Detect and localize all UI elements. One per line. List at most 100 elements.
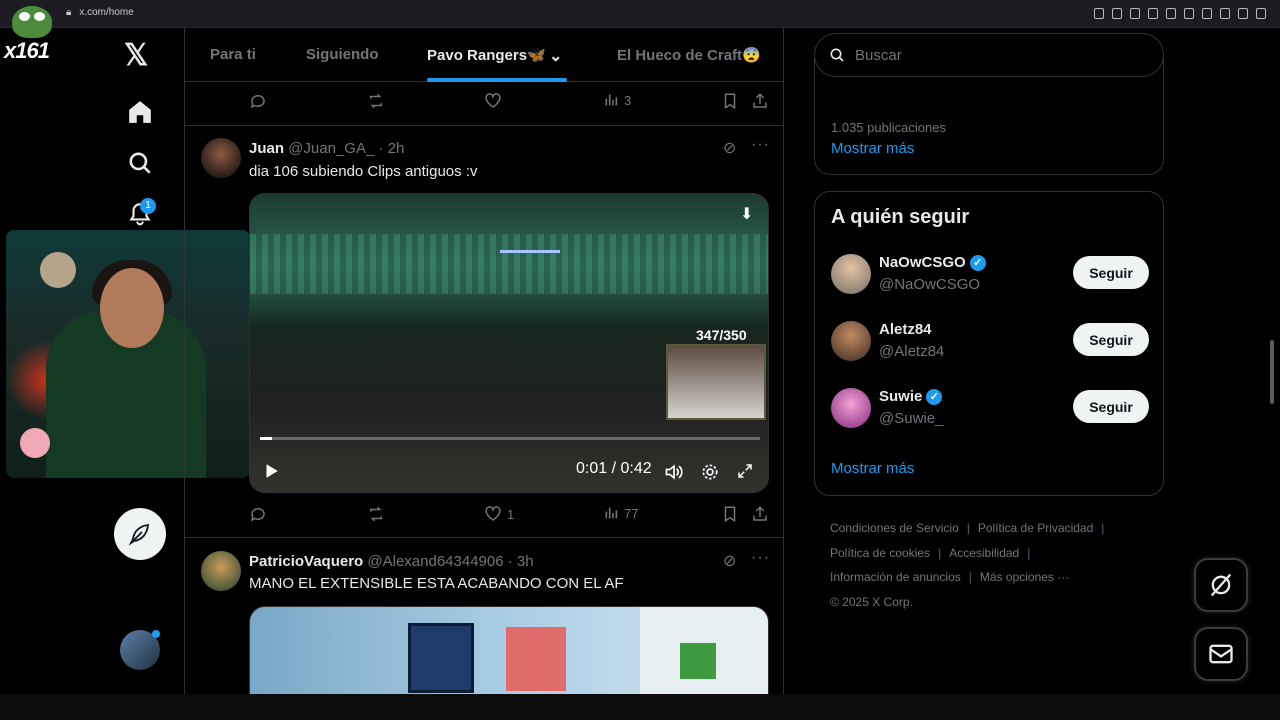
grok-icon[interactable]: ⊘ <box>723 551 737 571</box>
messages-button[interactable] <box>1194 627 1248 681</box>
tweet-author-name[interactable]: Juan <box>249 140 284 157</box>
volume-icon[interactable] <box>664 462 684 482</box>
like-icon[interactable] <box>484 92 502 110</box>
bookmark-icon[interactable] <box>721 505 739 523</box>
browser-toolbar: 🔒︎ x.com/home <box>0 0 1280 28</box>
follow-suggestion[interactable]: Aletz84 @Aletz84 Seguir <box>831 321 1149 365</box>
heart-icon[interactable] <box>1184 8 1194 19</box>
play-icon[interactable] <box>1166 8 1176 19</box>
tab-pavo-rangers[interactable]: Pavo Rangers🦋 <box>427 46 546 64</box>
address-bar[interactable]: 🔒︎ x.com/home <box>66 7 134 18</box>
reply-icon[interactable] <box>249 505 267 523</box>
tab-para-ti[interactable]: Para ti <box>210 46 256 63</box>
views-count: 77 <box>624 505 639 521</box>
tab-siguiendo[interactable]: Siguiendo <box>306 46 379 63</box>
like-stat[interactable]: 1 <box>484 505 514 523</box>
zoom-icon[interactable] <box>1094 8 1104 19</box>
tab-el-hueco-de-craft[interactable]: El Hueco de Craft😨 <box>617 46 761 64</box>
timeline-column: Para ti Siguiendo Pavo Rangers🦋 ⌄ El Hue… <box>184 28 784 694</box>
tweet-author-name[interactable]: PatricioVaquero <box>249 553 363 570</box>
accessibility-link[interactable]: Accesibilidad <box>949 546 1019 560</box>
account-avatar[interactable] <box>120 630 160 670</box>
show-more-link[interactable]: Mostrar más <box>831 140 914 157</box>
download-arrow-icon[interactable]: ⬇ <box>740 204 758 223</box>
pig-sticker <box>20 428 50 458</box>
tweet-media[interactable] <box>249 606 769 694</box>
url-text: x.com/home <box>79 7 134 18</box>
tweet-video-player[interactable]: ⬇ 347/350 0:01 / 0:42 <box>249 193 769 493</box>
video-progress-bar[interactable] <box>260 437 760 440</box>
prev-tweet-actions: 3 <box>249 92 769 114</box>
show-more-link[interactable]: Mostrar más <box>831 460 914 477</box>
user-avatar[interactable] <box>831 388 871 428</box>
views-stat[interactable]: 3 <box>603 92 631 108</box>
game-scene <box>250 234 768 294</box>
play-icon[interactable] <box>262 462 280 480</box>
right-sidebar: 1.035 publicaciones Mostrar más A quién … <box>814 28 1164 694</box>
grok-button[interactable] <box>1194 558 1248 612</box>
tweet-time[interactable]: · 2h <box>378 140 404 157</box>
more-options-link[interactable]: Más opciones ··· <box>980 570 1069 584</box>
terms-link[interactable]: Condiciones de Servicio <box>830 521 959 535</box>
download-icon[interactable] <box>1238 8 1248 19</box>
verified-badge-icon: ✓ <box>926 388 943 405</box>
cookies-link[interactable]: Política de cookies <box>830 546 930 560</box>
repost-icon[interactable] <box>367 92 385 110</box>
fullscreen-icon[interactable] <box>736 462 754 480</box>
video-facecam <box>666 344 766 420</box>
notifications-badge: 1 <box>140 198 156 214</box>
share-icon[interactable] <box>751 92 769 110</box>
tweet-author-handle[interactable]: @Juan_GA_ <box>288 140 374 157</box>
user-avatar[interactable] <box>831 321 871 361</box>
user-name[interactable]: NaOwCSGO ✓ <box>879 254 986 271</box>
tweet-header: PatricioVaquero @Alexand64344906 · 3h <box>249 553 534 570</box>
share-icon[interactable] <box>751 505 769 523</box>
more-options-icon[interactable]: ··· <box>751 549 770 567</box>
extensions-icon[interactable] <box>1202 8 1212 19</box>
follow-button[interactable]: Seguir <box>1073 256 1149 289</box>
follow-suggestion[interactable]: Suwie ✓ @Suwie_ Seguir <box>831 388 1149 432</box>
chevron-down-icon[interactable]: ⌄ <box>549 46 562 66</box>
game-light <box>500 250 560 253</box>
privacy-link[interactable]: Política de Privacidad <box>978 521 1093 535</box>
x-logo-icon[interactable]: 𝕏 <box>124 38 148 73</box>
who-to-follow-title: A quién seguir <box>831 206 970 228</box>
tweet-author-handle[interactable]: @Alexand64344906 <box>367 553 503 570</box>
tweet-avatar[interactable] <box>201 551 241 591</box>
follow-button[interactable]: Seguir <box>1073 323 1149 356</box>
home-icon[interactable] <box>126 98 154 126</box>
user-name-text: NaOwCSGO <box>879 254 966 271</box>
search-icon[interactable] <box>126 149 154 177</box>
scrollbar-thumb[interactable] <box>1270 340 1274 404</box>
shield-icon[interactable] <box>1148 8 1158 19</box>
user-avatar[interactable] <box>831 254 871 294</box>
video-time: 0:01 / 0:42 <box>576 460 652 477</box>
page-scrollbar[interactable] <box>1268 28 1276 694</box>
pin-icon[interactable] <box>1112 8 1122 19</box>
repost-icon[interactable] <box>367 505 385 523</box>
more-options-icon[interactable]: ··· <box>751 136 770 154</box>
reply-icon[interactable] <box>249 92 267 110</box>
bookmark-icon[interactable] <box>721 92 739 110</box>
tweet-avatar[interactable] <box>201 138 241 178</box>
follow-button[interactable]: Seguir <box>1073 390 1149 423</box>
user-name[interactable]: Suwie ✓ <box>879 388 943 405</box>
lock-icon[interactable] <box>1220 8 1230 19</box>
ads-info-link[interactable]: Información de anuncios <box>830 570 961 584</box>
tweet-time[interactable]: · 3h <box>508 553 534 570</box>
streamer-face <box>100 268 164 348</box>
timeline-tabs: Para ti Siguiendo Pavo Rangers🦋 ⌄ El Hue… <box>185 28 783 82</box>
grok-icon[interactable]: ⊘ <box>723 138 737 158</box>
follow-suggestion[interactable]: NaOwCSGO ✓ @NaOwCSGO Seguir <box>831 254 1149 298</box>
footer-links: Condiciones de Servicio | Política de Priv… <box>830 516 1160 614</box>
trend-post-count: 1.035 publicaciones <box>831 120 946 135</box>
tweet-text: dia 106 subiendo Clips antiguos :v <box>249 163 478 180</box>
settings-gear-icon[interactable] <box>700 462 720 482</box>
user-name[interactable]: Aletz84 <box>879 321 932 338</box>
views-stat[interactable]: 77 <box>603 505 638 521</box>
menu-icon[interactable] <box>1256 8 1266 19</box>
user-name-text: Aletz84 <box>879 321 932 338</box>
bookmark-icon[interactable] <box>1130 8 1140 19</box>
compose-post-button[interactable] <box>114 508 166 560</box>
mail-icon <box>1209 644 1233 664</box>
